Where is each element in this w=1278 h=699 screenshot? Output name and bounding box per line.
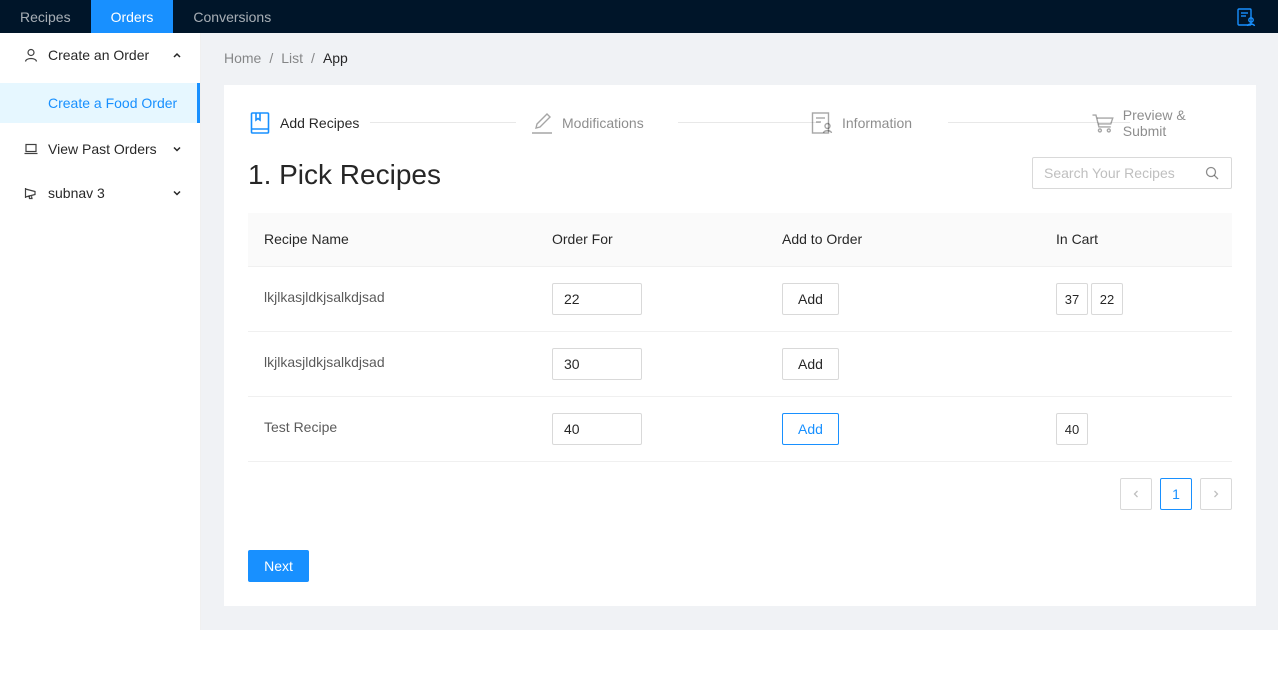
cart-icon [1092, 114, 1114, 133]
in-cart-tags: 40 [1056, 413, 1088, 445]
pagination: 1 [1120, 478, 1232, 510]
sidebar: Create an Order Create a Food Order View… [0, 33, 201, 630]
sidebar-item-label: Create an Order [48, 47, 150, 63]
chevron-left-icon [1133, 490, 1138, 498]
search-box [1032, 157, 1232, 189]
step-label: Modifications [562, 115, 644, 131]
cart-tag: 22 [1091, 283, 1123, 315]
sidebar-item-create-food-order[interactable]: Create a Food Order [0, 83, 200, 123]
page-number-button[interactable]: 1 [1160, 478, 1192, 510]
order-for-input[interactable] [552, 413, 642, 445]
recipes-table: Recipe Name Order For Add to Order In Ca… [248, 213, 1232, 462]
step-information: Information [810, 109, 912, 137]
step-modifications: Modifications [530, 109, 644, 137]
breadcrumb-app: App [322, 50, 348, 66]
tab-recipes[interactable]: Recipes [0, 0, 91, 33]
sidebar-item-view-past-orders[interactable]: View Past Orders [0, 129, 200, 169]
tab-conversions[interactable]: Conversions [173, 0, 291, 33]
column-header: Recipe Name [264, 231, 349, 247]
column-header: Order For [552, 231, 613, 247]
add-to-order-button[interactable]: Add [782, 283, 839, 315]
order-for-input[interactable] [552, 348, 642, 380]
search-icon[interactable] [1205, 166, 1219, 180]
table-header: Recipe Name Order For Add to Order In Ca… [248, 213, 1232, 267]
add-to-order-button[interactable]: Add [782, 413, 839, 445]
user-icon [24, 48, 38, 62]
notification-icon [24, 188, 36, 200]
laptop-icon [24, 143, 38, 155]
profile-icon [811, 112, 833, 134]
user-profile-icon[interactable] [1236, 7, 1256, 27]
step-label: Preview & Submit [1122, 107, 1186, 139]
step-label: Add Recipes [280, 115, 360, 131]
chevron-right-icon [1214, 490, 1219, 498]
breadcrumb: Home / List / App [224, 50, 348, 66]
sidebar-item-label: Create a Food Order [48, 95, 178, 111]
steps: Add Recipes Modifications Information Pr… [248, 107, 1232, 139]
recipe-name: lkjlkasjldkjsalkdjsad [264, 354, 385, 370]
breadcrumb-separator: / [311, 50, 315, 66]
recipe-name: lkjlkasjldkjsalkdjsad [264, 289, 385, 305]
sidebar-item-label: View Past Orders [48, 141, 157, 157]
sidebar-item-label: subnav 3 [48, 185, 105, 201]
edit-icon [532, 113, 552, 134]
in-cart-tags: 37 22 [1056, 283, 1123, 315]
next-button[interactable]: Next [248, 550, 309, 582]
page-title: 1. Pick Recipes [248, 159, 441, 190]
sidebar-item-subnav-3[interactable]: subnav 3 [0, 173, 200, 213]
main-card: Add Recipes Modifications Information Pr… [224, 85, 1256, 606]
order-for-input[interactable] [552, 283, 642, 315]
column-header: Add to Order [782, 231, 863, 247]
top-nav: Recipes Orders Conversions [0, 0, 1278, 33]
breadcrumb-home[interactable]: Home [224, 50, 261, 66]
table-row: lkjlkasjldkjsalkdjsad Add 37 22 [248, 267, 1232, 332]
table-row: lkjlkasjldkjsalkdjsad Add [248, 332, 1232, 397]
cart-tag: 40 [1056, 413, 1088, 445]
search-input[interactable] [1044, 165, 1204, 181]
chevron-down-icon [173, 190, 181, 196]
chevron-down-icon [173, 146, 181, 152]
step-label: Information [842, 115, 913, 131]
table-row: Test Recipe Add 40 [248, 397, 1232, 462]
prev-page-button[interactable] [1120, 478, 1152, 510]
breadcrumb-separator: / [269, 50, 274, 66]
chevron-up-icon [173, 52, 181, 58]
add-to-order-button[interactable]: Add [782, 348, 839, 380]
sidebar-item-create-order[interactable]: Create an Order [0, 35, 200, 75]
cart-tag: 37 [1056, 283, 1088, 315]
book-icon [250, 112, 270, 134]
recipe-name: Test Recipe [264, 419, 338, 435]
next-page-button[interactable] [1200, 478, 1232, 510]
step-connector [678, 122, 820, 123]
column-header: In Cart [1056, 231, 1099, 247]
step-add-recipes: Add Recipes [248, 109, 359, 137]
breadcrumb-list[interactable]: List [281, 50, 303, 66]
tab-orders[interactable]: Orders [90, 0, 174, 33]
step-preview-submit: Preview & Submit [1091, 107, 1232, 139]
step-connector [370, 122, 516, 123]
